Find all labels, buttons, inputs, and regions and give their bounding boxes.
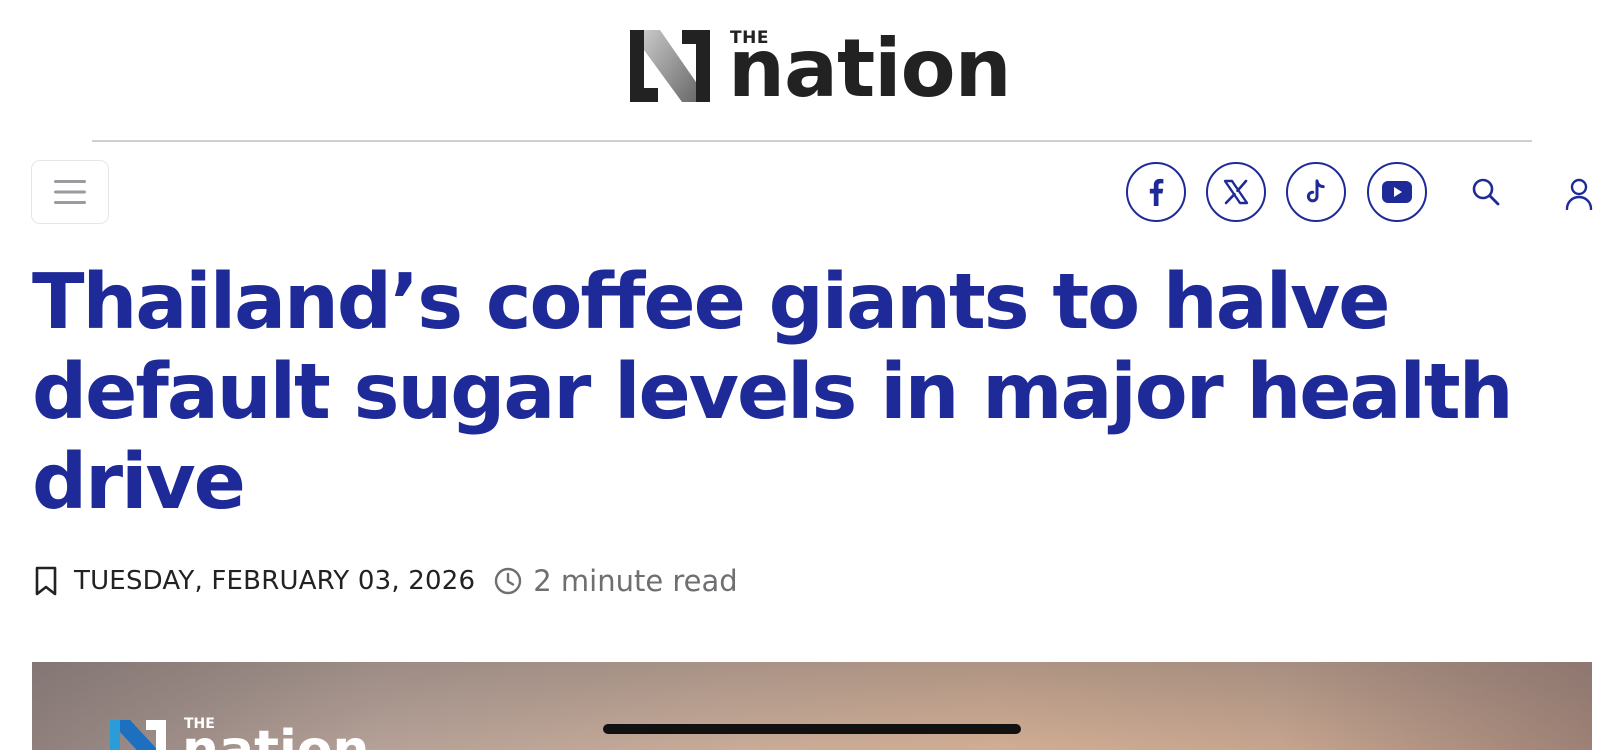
facebook-icon xyxy=(1149,178,1164,206)
clock-icon xyxy=(493,566,523,596)
header-divider xyxy=(92,140,1532,142)
nation-watermark-icon xyxy=(110,720,166,750)
user-account-button[interactable] xyxy=(1562,176,1596,212)
facebook-button[interactable] xyxy=(1126,162,1186,222)
menu-button[interactable] xyxy=(31,160,109,224)
x-button[interactable] xyxy=(1206,162,1266,222)
youtube-button[interactable] xyxy=(1367,162,1427,222)
hero-watermark-word: nation xyxy=(182,720,370,750)
article-meta: TUESDAY, FEBRUARY 03, 2026 2 minute read xyxy=(34,562,738,600)
user-icon xyxy=(1565,178,1593,210)
site-logo[interactable]: THE nation xyxy=(630,28,1012,109)
bookmark-icon[interactable] xyxy=(34,566,60,596)
logo-wordmark: nation xyxy=(728,22,1012,115)
tiktok-icon xyxy=(1306,179,1325,203)
tiktok-button[interactable] xyxy=(1286,162,1346,222)
nation-logo-mark-icon xyxy=(630,30,710,102)
article-title: Thailand’s coffee giants to halve defaul… xyxy=(32,258,1514,527)
search-button[interactable] xyxy=(1468,174,1504,210)
search-icon xyxy=(1472,178,1500,206)
x-icon xyxy=(1223,179,1249,205)
hero-image[interactable]: THE nation xyxy=(32,662,1592,750)
read-time: 2 minute read xyxy=(533,564,738,598)
article-date: TUESDAY, FEBRUARY 03, 2026 xyxy=(74,566,476,596)
youtube-icon xyxy=(1382,181,1412,203)
home-indicator[interactable] xyxy=(603,724,1021,734)
hamburger-menu-icon xyxy=(54,180,86,204)
